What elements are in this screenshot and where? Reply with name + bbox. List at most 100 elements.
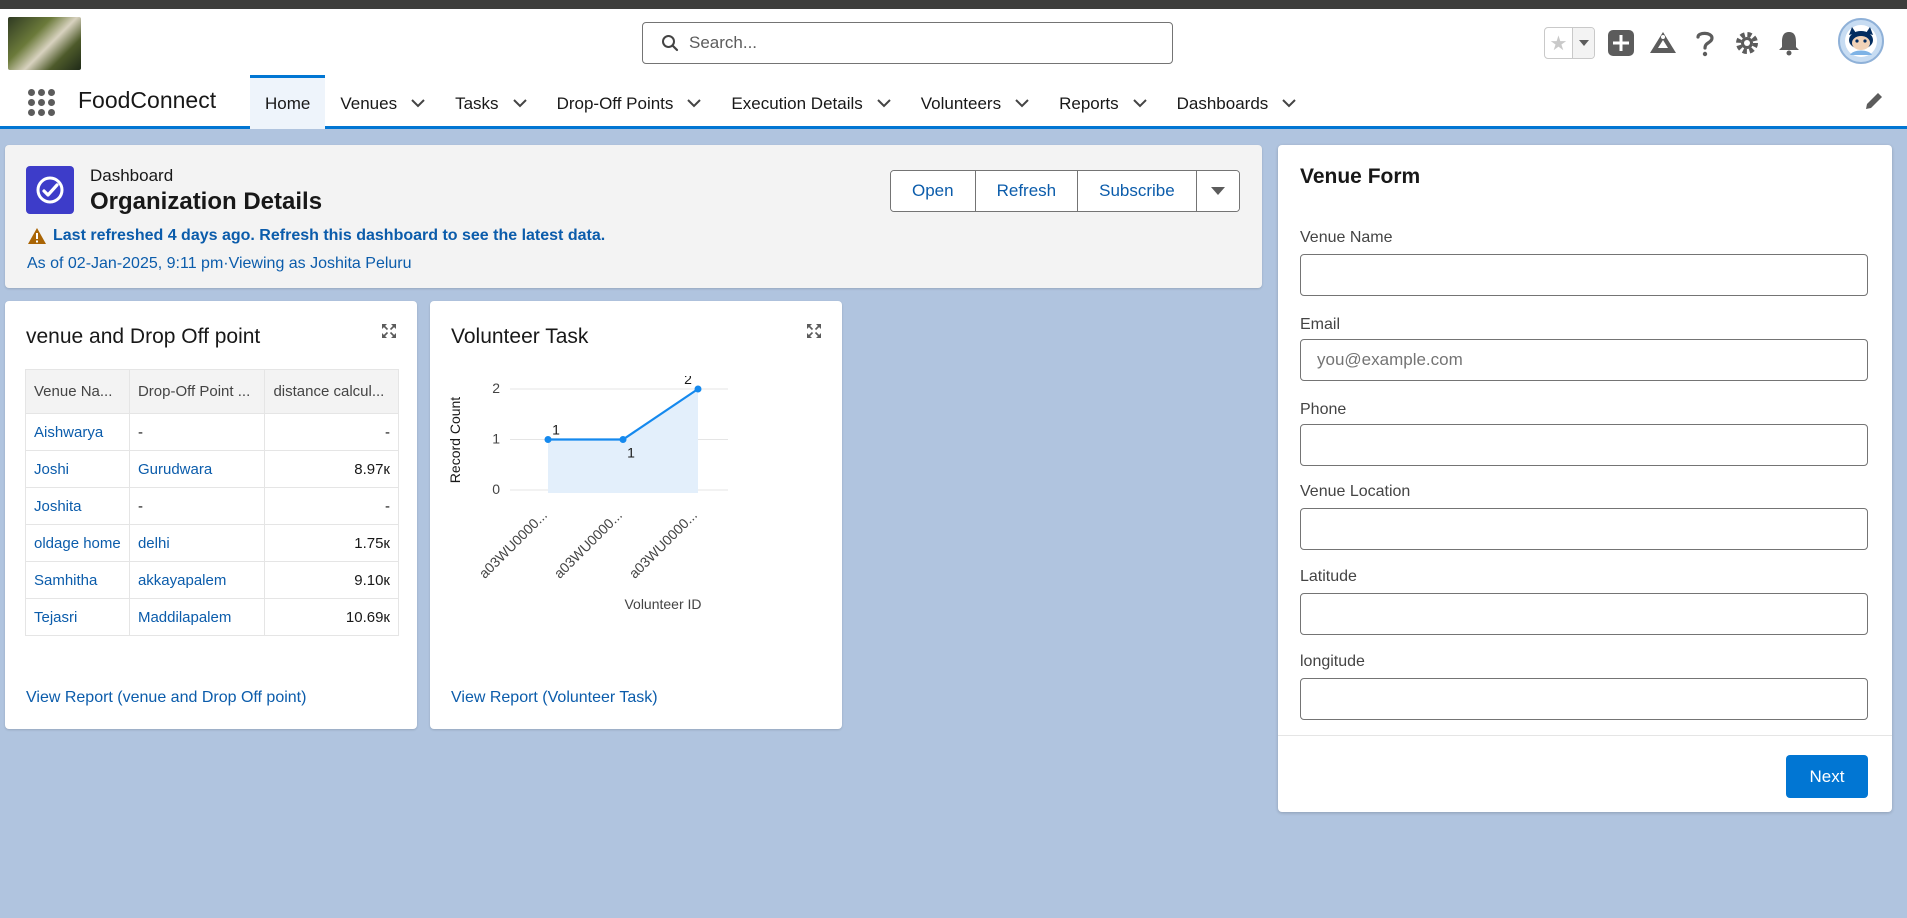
- dashboard-button-group: Open Refresh Subscribe: [890, 170, 1240, 212]
- tab-dashboards[interactable]: Dashboards: [1162, 75, 1312, 129]
- global-search[interactable]: [642, 22, 1173, 64]
- venue-form: Venue Form Venue Name Email Phone Venue …: [1278, 145, 1892, 812]
- email-label: Email: [1300, 316, 1341, 333]
- help-icon[interactable]: [1689, 27, 1721, 59]
- dropoff-link[interactable]: delhi: [128, 524, 266, 562]
- form-title: Venue Form: [1300, 165, 1421, 188]
- caret-down-icon: [1210, 187, 1225, 195]
- tab-label: Home: [265, 93, 311, 113]
- tab-drop-off-points[interactable]: Drop-Off Points: [542, 75, 717, 129]
- refresh-button[interactable]: Refresh: [975, 171, 1079, 211]
- venue-link[interactable]: Samhitha: [25, 561, 130, 599]
- more-actions-dropdown-button[interactable]: [1196, 171, 1239, 211]
- tab-label: Dashboards: [1176, 93, 1269, 113]
- tab-tasks[interactable]: Tasks: [440, 75, 541, 129]
- data-point: [694, 385, 702, 393]
- form-footer-divider: [1278, 735, 1892, 736]
- venue-dropoff-card: venue and Drop Off point Venue Na... Dro…: [5, 301, 417, 729]
- tab-label: Venues: [340, 93, 398, 113]
- dropoff-cell: -: [128, 487, 266, 525]
- dashboard-type-label: Dashboard: [90, 166, 174, 185]
- y-tick-label: 0: [492, 481, 500, 497]
- venue-location-field[interactable]: [1300, 508, 1868, 550]
- email-field[interactable]: [1300, 339, 1868, 381]
- venue-link[interactable]: Tejasri: [25, 598, 130, 636]
- table-row: Joshita - -: [25, 487, 399, 525]
- column-header-venue[interactable]: Venue Na...: [25, 369, 130, 414]
- dropoff-link[interactable]: Gurudwara: [128, 450, 266, 488]
- column-header-dropoff[interactable]: Drop-Off Point ...: [128, 369, 266, 414]
- trailhead-icon[interactable]: [1647, 27, 1679, 59]
- org-logo-image[interactable]: [8, 17, 81, 70]
- dashboard-title: Organization Details: [90, 188, 323, 215]
- dropoff-link[interactable]: Maddilapalem: [128, 598, 266, 636]
- tab-venues[interactable]: Venues: [325, 75, 440, 129]
- view-report-link[interactable]: View Report (Volunteer Task): [451, 689, 658, 707]
- chevron-down-icon[interactable]: [1015, 99, 1029, 108]
- subscribe-button[interactable]: Subscribe: [1078, 171, 1197, 211]
- y-tick-label: 1: [492, 431, 500, 447]
- column-header-distance[interactable]: distance calcul...: [264, 369, 399, 414]
- volunteer-task-line-chart: 012112a03WU0000... a03WU0000... a03WU0000.…: [447, 376, 728, 612]
- phone-field[interactable]: [1300, 424, 1868, 466]
- search-input[interactable]: [689, 33, 1149, 53]
- open-button[interactable]: Open: [891, 171, 976, 211]
- setup-gear-icon[interactable]: [1731, 27, 1763, 59]
- chevron-down-icon[interactable]: [877, 99, 891, 108]
- tab-execution-details[interactable]: Execution Details: [716, 75, 905, 129]
- table-header-row: Venue Na... Drop-Off Point ... distance …: [25, 369, 399, 414]
- y-tick-label: 2: [492, 380, 500, 396]
- edit-nav-pencil-icon[interactable]: [1864, 91, 1884, 116]
- favorites-group[interactable]: ★: [1544, 27, 1595, 59]
- card-title: Volunteer Task: [451, 325, 589, 348]
- tab-label: Volunteers: [920, 93, 1002, 113]
- latitude-field[interactable]: [1300, 593, 1868, 635]
- venue-location-label: Venue Location: [1300, 483, 1411, 500]
- chevron-down-icon[interactable]: [411, 99, 425, 108]
- venue-link[interactable]: Joshita: [25, 487, 130, 525]
- next-button[interactable]: Next: [1786, 755, 1868, 798]
- table-row: Tejasri Maddilapalem 10.69к: [25, 598, 399, 636]
- warning-text: Last refreshed 4 days ago. Refresh this …: [53, 227, 606, 244]
- venue-name-label: Venue Name: [1300, 229, 1393, 246]
- favorites-dropdown-icon[interactable]: [1572, 28, 1594, 58]
- tab-home[interactable]: Home: [250, 75, 326, 129]
- phone-label: Phone: [1300, 401, 1347, 418]
- venue-name-field[interactable]: [1300, 254, 1868, 296]
- latitude-label: Latitude: [1300, 568, 1357, 585]
- window-top-strip: [0, 0, 1907, 9]
- venue-link[interactable]: Aishwarya: [25, 413, 130, 451]
- chevron-down-icon[interactable]: [687, 99, 702, 108]
- table-row: Aishwarya - -: [25, 413, 399, 451]
- y-axis-title: Record Count: [447, 397, 463, 483]
- venue-link[interactable]: oldage home: [25, 524, 130, 562]
- app-name: FoodConnect: [78, 87, 217, 113]
- distance-cell: 1.75к: [264, 524, 399, 562]
- distance-cell: 10.69к: [264, 598, 399, 636]
- dropoff-link[interactable]: akkayapalem: [128, 561, 266, 599]
- app-launcher-waffle-icon[interactable]: [28, 89, 56, 117]
- chevron-down-icon[interactable]: [512, 99, 527, 108]
- chevron-down-icon[interactable]: [1282, 99, 1297, 108]
- tab-reports[interactable]: Reports: [1044, 75, 1162, 129]
- venue-dropoff-table: Venue Na... Drop-Off Point ... distance …: [25, 369, 399, 636]
- tab-label: Execution Details: [731, 93, 863, 113]
- expand-icon[interactable]: [806, 323, 822, 344]
- user-avatar[interactable]: [1838, 18, 1884, 64]
- data-label: 1: [552, 422, 560, 438]
- favorite-star-icon[interactable]: ★: [1545, 28, 1572, 58]
- tab-label: Reports: [1059, 93, 1119, 113]
- expand-icon[interactable]: [381, 323, 397, 344]
- x-tick-label: a03WU0000...: [551, 507, 626, 582]
- chevron-down-icon[interactable]: [1132, 99, 1147, 108]
- global-actions-plus-icon[interactable]: [1605, 27, 1637, 59]
- app-navigation-bar: FoodConnect Home Venues Tasks Drop-Off P…: [0, 75, 1907, 129]
- notifications-bell-icon[interactable]: [1773, 27, 1805, 59]
- view-report-link[interactable]: View Report (venue and Drop Off point): [26, 689, 306, 707]
- longitude-field[interactable]: [1300, 678, 1868, 720]
- tab-volunteers[interactable]: Volunteers: [906, 75, 1044, 129]
- dashboard-content: Dashboard Organization Details Last refr…: [0, 132, 1907, 918]
- search-icon: [662, 35, 679, 52]
- venue-link[interactable]: Joshi: [25, 450, 130, 488]
- data-label: 2: [684, 376, 692, 387]
